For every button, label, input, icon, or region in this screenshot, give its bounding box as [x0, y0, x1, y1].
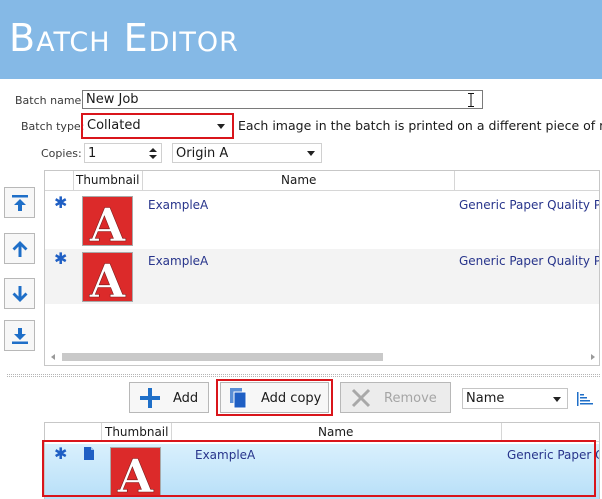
- chevron-down-icon: [553, 396, 561, 402]
- sort-value: Name: [466, 391, 505, 406]
- sort-icon[interactable]: [576, 390, 594, 408]
- window-title: Batch Editor: [9, 16, 239, 60]
- add-copy-label: Add copy: [261, 391, 322, 406]
- x-icon: [351, 388, 371, 408]
- chevron-down-icon: [307, 151, 315, 156]
- scroll-right-arrow[interactable]: [591, 354, 595, 360]
- thumbnail-image: A: [82, 252, 133, 302]
- batch-type-select[interactable]: Collated: [84, 116, 231, 136]
- move-to-bottom-button[interactable]: [4, 320, 35, 351]
- item-name: ExampleA: [148, 254, 209, 268]
- add-button[interactable]: Add: [129, 382, 209, 413]
- copy-icon: [230, 388, 247, 409]
- column-header-thumbnail[interactable]: Thumbnail: [76, 171, 139, 191]
- new-item-icon: ✱: [54, 193, 68, 212]
- move-up-icon: [12, 241, 28, 257]
- chevron-down-icon: [217, 124, 225, 129]
- table-row[interactable]: ✱ A ExampleA Generic Paper Quality P: [45, 249, 599, 304]
- title-bar: Batch Editor: [0, 0, 602, 79]
- copies-stepper[interactable]: 1: [84, 143, 162, 163]
- column-divider: [454, 171, 455, 191]
- column-divider: [142, 171, 143, 191]
- table-row[interactable]: ✱ A ExampleA Generic Paper Quality P: [45, 193, 599, 248]
- origin-value: Origin A: [176, 146, 229, 161]
- selected-row-highlight: [42, 440, 596, 497]
- sort-select[interactable]: Name: [462, 388, 568, 409]
- move-top-icon: [12, 195, 28, 211]
- splitter[interactable]: [7, 374, 600, 377]
- move-down-button[interactable]: [4, 278, 35, 309]
- thumbnail-image: A: [82, 196, 133, 246]
- plus-icon: [140, 388, 160, 408]
- stepper-arrows-icon[interactable]: [149, 147, 157, 160]
- add-label: Add: [173, 391, 199, 406]
- column-divider: [73, 171, 74, 191]
- remove-button[interactable]: Remove: [340, 382, 451, 413]
- batch-type-label: Batch type:: [21, 120, 85, 133]
- new-item-icon: ✱: [54, 249, 68, 268]
- column-header-name[interactable]: Name: [281, 171, 316, 191]
- text-cursor-icon: [468, 93, 474, 107]
- move-up-button[interactable]: [4, 233, 35, 264]
- move-bottom-icon: [12, 328, 28, 344]
- item-media: Generic Paper Quality P: [459, 198, 600, 212]
- add-copy-button[interactable]: Add copy: [220, 382, 329, 413]
- horizontal-scrollbar[interactable]: [45, 350, 599, 364]
- copies-label: Copies:: [41, 147, 82, 160]
- batch-name-value: New Job: [86, 92, 139, 107]
- item-name: ExampleA: [148, 198, 209, 212]
- batch-name-label: Batch name:: [15, 94, 86, 107]
- remove-label: Remove: [384, 391, 437, 406]
- svg-text:A: A: [89, 198, 127, 245]
- copies-value: 1: [88, 146, 97, 161]
- scroll-thumb[interactable]: [62, 353, 383, 361]
- scroll-left-arrow[interactable]: [51, 354, 55, 360]
- batch-type-description: Each image in the batch is printed on a …: [238, 118, 602, 133]
- move-down-icon: [12, 286, 28, 302]
- batch-items-grid: Thumbnail Name ✱ A ExampleA Generic Pape…: [44, 170, 600, 366]
- origin-select[interactable]: Origin A: [172, 143, 322, 163]
- item-media: Generic Paper Quality P: [459, 254, 600, 268]
- batch-type-value: Collated: [87, 118, 141, 133]
- move-to-top-button[interactable]: [4, 187, 35, 218]
- svg-text:A: A: [89, 254, 127, 301]
- batch-name-input[interactable]: New Job: [82, 90, 483, 109]
